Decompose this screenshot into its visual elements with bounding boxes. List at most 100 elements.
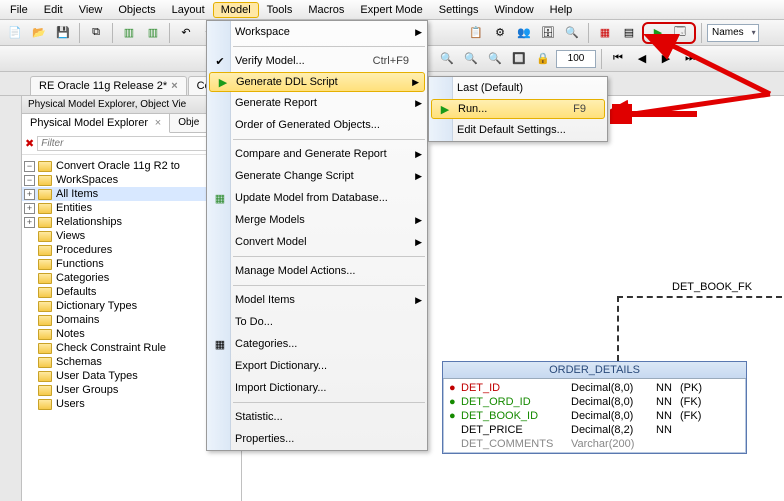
menu-item-label: Workspace — [235, 26, 290, 38]
entity-body: ●DET_IDDecimal(8,0)NN(PK) ●DET_ORD_IDDec… — [443, 379, 746, 453]
subtab-obj[interactable]: Obje — [170, 114, 208, 132]
menu-item[interactable]: Last (Default) — [429, 77, 607, 99]
submenu-arrow-icon: ▶ — [415, 149, 422, 160]
menu-objects[interactable]: Objects — [110, 2, 163, 18]
entity-order-details[interactable]: ORDER_DETAILS ●DET_IDDecimal(8,0)NN(PK) … — [442, 361, 747, 454]
menu-view[interactable]: View — [71, 2, 111, 18]
menu-file[interactable]: File — [2, 2, 36, 18]
fk-label: DET_BOOK_FK — [672, 281, 752, 293]
menu-item-label: Update Model from Database... — [235, 192, 388, 204]
clear-filter-icon[interactable]: ✖ — [25, 137, 34, 150]
folder-icon — [38, 259, 52, 270]
zoom-fit-icon[interactable]: 🔲 — [508, 48, 530, 70]
folder-icon — [38, 371, 52, 382]
menu-item[interactable]: ▦ Categories... — [207, 333, 427, 355]
close-icon[interactable]: × — [155, 117, 161, 129]
menu-help[interactable]: Help — [542, 2, 581, 18]
zoom-value[interactable]: 100 — [556, 50, 596, 68]
folder-icon — [38, 357, 52, 368]
menu-item[interactable]: Manage Model Actions... — [207, 260, 427, 282]
submenu-arrow-icon: ▶ — [415, 237, 422, 248]
menu-item[interactable]: Properties... — [207, 428, 427, 450]
menu-window[interactable]: Window — [487, 2, 542, 18]
save-icon[interactable]: 💾 — [52, 22, 74, 44]
grid-icon: ▦ — [211, 338, 229, 351]
menu-item-label: Manage Model Actions... — [235, 265, 355, 277]
menu-item-label: Merge Models — [235, 214, 305, 226]
submenu-arrow-icon: ▶ — [415, 98, 422, 109]
menu-item[interactable]: Convert Model ▶ — [207, 231, 427, 253]
folder-icon — [38, 273, 52, 284]
add-item-icon[interactable]: ▥ — [118, 22, 140, 44]
run-icon[interactable]: ▶ — [647, 22, 669, 44]
run-config-icon[interactable]: 🗔 — [669, 22, 691, 44]
open-icon[interactable]: 📂 — [28, 22, 50, 44]
menu-settings[interactable]: Settings — [431, 2, 487, 18]
add-box-icon[interactable]: ▦ — [594, 22, 616, 44]
submenu-arrow-icon: ▶ — [412, 77, 419, 88]
nav-prev-icon[interactable]: ◀ — [631, 48, 653, 70]
undo-icon[interactable]: ↶ — [175, 22, 197, 44]
zoom-in-icon[interactable]: 🔍 — [460, 48, 482, 70]
menu-item-label: Convert Model — [235, 236, 307, 248]
menu-item[interactable]: Generate Change Script▶ — [207, 165, 427, 187]
zoom-group-icon[interactable]: 🔍 — [436, 48, 458, 70]
menu-model[interactable]: Model — [213, 2, 259, 18]
doc-icon[interactable]: 📋 — [465, 22, 487, 44]
menu-item-label: Run... — [458, 103, 487, 115]
zoom-out-icon[interactable]: 🔍 — [484, 48, 506, 70]
submenu-arrow-icon: ▶ — [415, 27, 422, 38]
users-icon[interactable]: 👥 — [513, 22, 535, 44]
names-dropdown[interactable]: Names — [707, 24, 759, 42]
folder-icon — [38, 399, 52, 410]
menu-item[interactable]: Edit Default Settings... — [429, 119, 607, 141]
menu-edit[interactable]: Edit — [36, 2, 71, 18]
find-icon[interactable]: 🔍 — [561, 22, 583, 44]
menu-item[interactable]: ▶Generate DDL Script▶ — [209, 72, 425, 92]
submenu-arrow-icon: ▶ — [415, 215, 422, 226]
menu-item-label: Compare and Generate Report — [235, 148, 387, 160]
menu-item[interactable]: Generate Report▶ — [207, 92, 427, 114]
menu-item[interactable]: ▶Run...F9 — [431, 99, 605, 119]
menu-tools[interactable]: Tools — [259, 2, 301, 18]
copy-icon[interactable]: ⧉ — [85, 22, 107, 44]
menu-macros[interactable]: Macros — [300, 2, 352, 18]
menu-item[interactable]: Merge Models ▶ — [207, 209, 427, 231]
menu-item[interactable]: Model Items ▶ — [207, 289, 427, 311]
menu-item[interactable]: Export Dictionary... — [207, 355, 427, 377]
menu-item[interactable]: To Do... — [207, 311, 427, 333]
db-icon[interactable]: 🗄 — [537, 22, 559, 44]
submenu-arrow-icon: ▶ — [415, 295, 422, 306]
folder-icon — [38, 161, 52, 172]
menu-item-label: Categories... — [235, 338, 297, 350]
menu-item[interactable]: Statistic... — [207, 406, 427, 428]
nav-next-icon[interactable]: ▶ — [655, 48, 677, 70]
zoom-lock-icon[interactable]: 🔒 — [532, 48, 554, 70]
menu-item[interactable]: Order of Generated Objects... — [207, 114, 427, 136]
folder-icon — [38, 217, 52, 228]
menu-expert[interactable]: Expert Mode — [352, 2, 430, 18]
menu-layout[interactable]: Layout — [164, 2, 213, 18]
nav-first-icon[interactable]: ⏮ — [607, 48, 629, 70]
left-gutter — [0, 96, 22, 501]
play-icon: ▶ — [436, 103, 454, 116]
nav-last-icon[interactable]: ⏭ — [679, 48, 701, 70]
database-icon: ▦ — [211, 192, 229, 205]
new-icon[interactable]: 📄 — [4, 22, 26, 44]
menu-item[interactable]: Compare and Generate Report ▶ — [207, 143, 427, 165]
gear-icon[interactable]: ⚙ — [489, 22, 511, 44]
folder-icon — [38, 175, 52, 186]
menu-item[interactable]: ▦ Update Model from Database... — [207, 187, 427, 209]
close-icon[interactable]: × — [171, 80, 177, 92]
menu-item-label: Order of Generated Objects... — [235, 119, 380, 131]
menu-item[interactable]: ✔Verify Model...Ctrl+F9 — [207, 50, 427, 72]
menu-item-label: Properties... — [235, 433, 294, 445]
tab-oracle[interactable]: RE Oracle 11g Release 2* × — [30, 76, 187, 95]
menu-item[interactable]: Workspace ▶ — [207, 21, 427, 43]
menu-item-label: Generate DDL Script — [236, 76, 338, 88]
menu-item[interactable]: Import Dictionary... — [207, 377, 427, 399]
subtab-explorer[interactable]: Physical Model Explorer × — [22, 114, 170, 133]
layout-icon[interactable]: ▤ — [618, 22, 640, 44]
menu-item-label: Model Items — [235, 294, 295, 306]
add-item2-icon[interactable]: ▥ — [142, 22, 164, 44]
